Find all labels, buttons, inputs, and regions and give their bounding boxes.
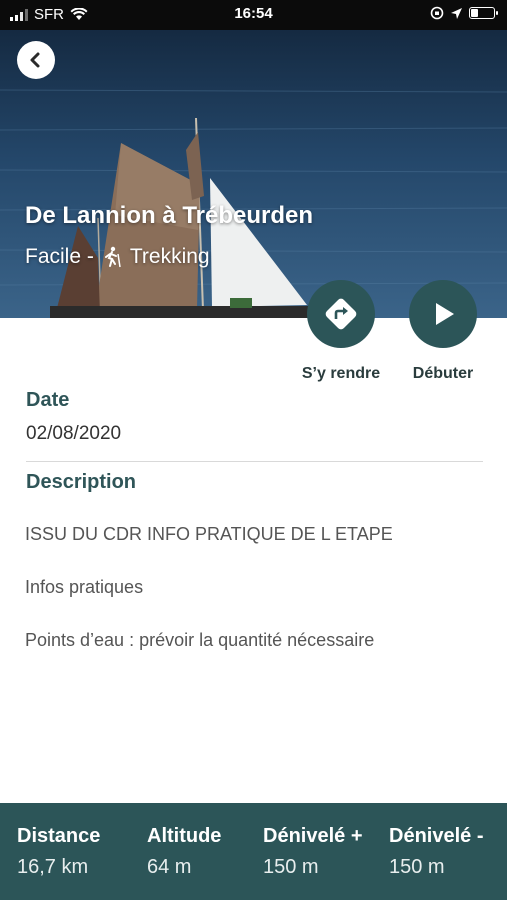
start-label: Débuter xyxy=(412,365,474,382)
stat-label: Altitude xyxy=(147,825,222,847)
battery-icon xyxy=(469,7,498,19)
description-heading: Description xyxy=(26,471,137,493)
stat-value: 64 m xyxy=(147,856,192,878)
description-line: Infos pratiques xyxy=(25,577,144,597)
stat-label: Dénivelé + xyxy=(263,825,363,847)
stat-elevation-gain: Dénivelé + 150 m xyxy=(263,825,363,879)
chevron-left-icon xyxy=(30,52,40,68)
sailboat-photo xyxy=(0,0,507,318)
back-button[interactable] xyxy=(17,41,55,79)
stat-label: Dénivelé - xyxy=(389,825,484,847)
location-arrow-icon xyxy=(451,7,462,19)
directions-icon xyxy=(325,298,357,330)
start-button[interactable]: Débuter xyxy=(393,280,493,383)
rotation-lock-icon xyxy=(430,6,444,20)
stat-distance: Distance 16,7 km xyxy=(17,825,100,879)
stat-altitude: Altitude 64 m xyxy=(147,825,221,879)
date-heading: Date xyxy=(26,389,70,411)
trail-stats-bar: Distance 16,7 km Altitude 64 m Dénivelé … xyxy=(0,803,507,900)
hero-image: SFR 16:54 De Lannion à Trébeurden Facile… xyxy=(0,0,507,318)
goto-label: S’y rendre xyxy=(301,365,381,382)
goto-button[interactable]: S’y rendre xyxy=(291,280,391,383)
description-line: Points d’eau : prévoir la quantité néces… xyxy=(25,630,375,650)
activity-label: Trekking xyxy=(129,245,210,268)
start-circle[interactable] xyxy=(409,280,477,348)
stat-value: 150 m xyxy=(263,856,319,878)
hiker-icon xyxy=(104,246,121,268)
trail-subtitle: Facile - Trekking xyxy=(25,245,210,269)
description-line: ISSU DU CDR INFO PRATIQUE DE L ETAPE xyxy=(25,524,393,544)
stat-elevation-loss: Dénivelé - 150 m xyxy=(389,825,483,879)
divider xyxy=(26,461,483,462)
status-bar: SFR 16:54 xyxy=(0,0,507,30)
difficulty-label: Facile - xyxy=(25,245,94,268)
stat-value: 150 m xyxy=(389,856,445,878)
stat-value: 16,7 km xyxy=(17,856,89,878)
date-value: 02/08/2020 xyxy=(26,423,122,444)
stat-label: Distance xyxy=(17,825,101,847)
goto-circle[interactable] xyxy=(307,280,375,348)
trail-title: De Lannion à Trébeurden xyxy=(25,202,314,229)
play-icon xyxy=(436,303,454,325)
